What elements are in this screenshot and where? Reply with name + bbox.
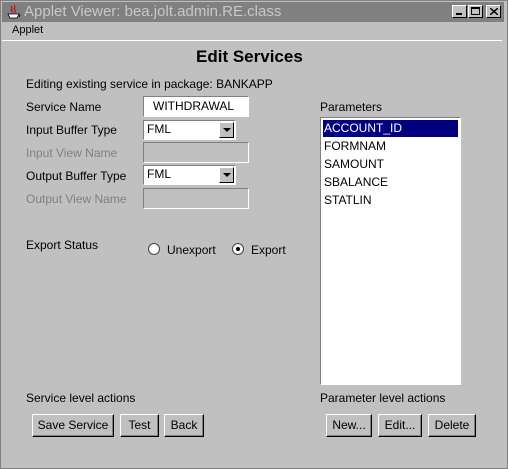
parameters-label: Parameters <box>320 100 383 114</box>
output-view-name-label: Output View Name <box>26 192 127 206</box>
input-buffer-type-select[interactable]: FML <box>143 120 236 140</box>
delete-parameter-button[interactable]: Delete <box>428 414 476 437</box>
back-button[interactable]: Back <box>164 414 204 437</box>
export-radio-label[interactable]: Export <box>251 243 286 257</box>
service-name-label: Service Name <box>26 100 102 114</box>
new-parameter-button[interactable]: New... <box>326 414 372 437</box>
parameters-list[interactable]: ACCOUNT_ID FORMNAM SAMOUNT SBALANCE STAT… <box>320 117 461 385</box>
maximize-icon <box>471 7 480 15</box>
save-service-button[interactable]: Save Service <box>32 414 114 437</box>
close-button[interactable] <box>486 5 501 18</box>
test-button[interactable]: Test <box>120 414 159 437</box>
input-buffer-type-label: Input Buffer Type <box>26 123 117 137</box>
export-radio[interactable] <box>232 243 244 255</box>
output-view-name-field[interactable] <box>143 188 249 209</box>
close-icon <box>490 8 498 15</box>
minimize-button[interactable] <box>452 5 467 18</box>
package-context-text: Editing existing service in package: BAN… <box>26 77 273 91</box>
parameter-item-samount[interactable]: SAMOUNT <box>323 156 384 173</box>
menu-bar: Applet <box>2 23 504 39</box>
export-status-label: Export Status <box>26 238 99 252</box>
input-buffer-type-value: FML <box>147 122 171 136</box>
parameter-item-account-id[interactable]: ACCOUNT_ID <box>323 120 458 137</box>
window-title: Applet Viewer: bea.jolt.admin.RE.class <box>24 3 282 20</box>
edit-parameter-button[interactable]: Edit... <box>378 414 422 437</box>
parameter-item-statlin[interactable]: STATLIN <box>323 192 372 209</box>
page-title: Edit Services <box>196 47 303 66</box>
output-buffer-type-select[interactable]: FML <box>143 165 236 185</box>
chevron-down-icon[interactable] <box>219 122 234 138</box>
java-cup-icon <box>7 4 21 19</box>
service-actions-label: Service level actions <box>26 391 136 405</box>
minimize-icon <box>456 13 462 15</box>
service-name-field[interactable]: WITHDRAWAL <box>143 96 249 117</box>
unexport-radio[interactable] <box>148 243 160 255</box>
parameter-actions-label: Parameter level actions <box>320 391 446 405</box>
input-view-name-field[interactable] <box>143 142 249 163</box>
output-buffer-type-value: FML <box>147 167 171 181</box>
parameter-item-sbalance[interactable]: SBALANCE <box>323 174 388 191</box>
output-buffer-type-label: Output Buffer Type <box>26 169 127 183</box>
maximize-button[interactable] <box>468 5 483 18</box>
input-view-name-label: Input View Name <box>26 146 118 160</box>
parameter-item-formnam[interactable]: FORMNAM <box>323 138 386 155</box>
chevron-down-icon[interactable] <box>219 167 234 183</box>
title-bar[interactable]: Applet Viewer: bea.jolt.admin.RE.class <box>2 2 504 22</box>
unexport-radio-label[interactable]: Unexport <box>167 243 216 257</box>
menu-applet[interactable]: Applet <box>12 24 43 36</box>
